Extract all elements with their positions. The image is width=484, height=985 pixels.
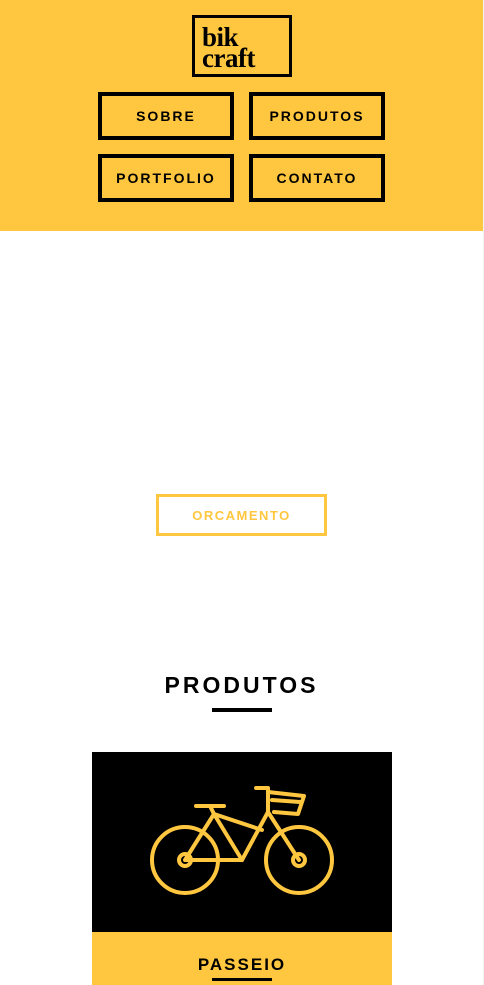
product-card-passeio[interactable]: PASSEIO [92,752,392,985]
product-name: PASSEIO [197,955,287,974]
nav-sobre-button[interactable]: SOBRE [98,92,234,140]
nav-portfolio-button[interactable]: PORTFOLIO [98,154,234,202]
product-label: PASSEIO [92,932,392,985]
orcamento-button[interactable]: ORCAMENTO [156,494,327,536]
logo-line-2: craft [202,43,255,73]
nav-produtos-button[interactable]: PRODUTOS [249,92,385,140]
bikcraft-logo[interactable]: bik craft [192,15,292,77]
bicycle-icon [150,786,334,895]
product-name-underline [212,978,272,981]
site-header: bik craft SOBRE PRODUTOS PORTFOLIO CONTA… [0,0,483,231]
produtos-section-title: PRODUTOS [164,672,319,698]
nav-contato-button[interactable]: CONTATO [249,154,385,202]
produtos-title-underline [212,708,272,712]
product-image [92,752,392,932]
